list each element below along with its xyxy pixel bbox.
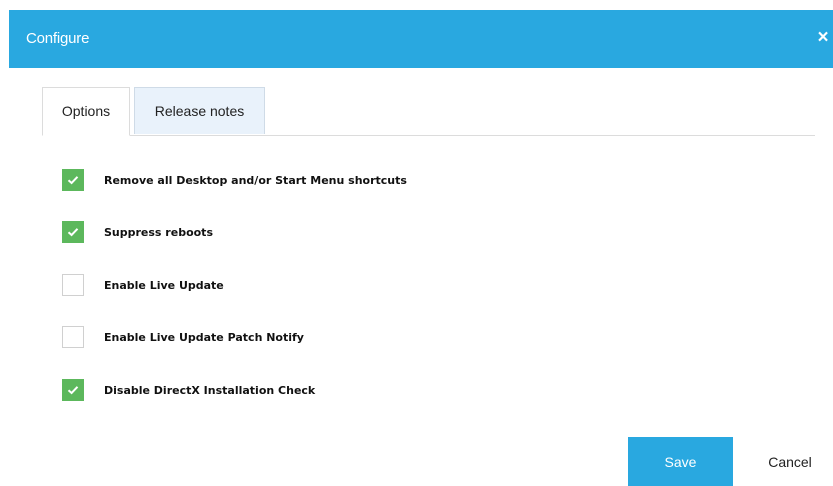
checkbox-unchecked[interactable]	[62, 326, 84, 348]
option-label: Suppress reboots	[104, 225, 213, 239]
option-disable-directx-check[interactable]: Disable DirectX Installation Check	[62, 379, 315, 401]
checkbox-unchecked[interactable]	[62, 274, 84, 296]
close-icon[interactable]: ×	[815, 26, 831, 50]
option-suppress-reboots[interactable]: Suppress reboots	[62, 221, 213, 243]
option-remove-shortcuts[interactable]: Remove all Desktop and/or Start Menu sho…	[62, 169, 407, 191]
tab-bar: Options Release notes	[42, 87, 815, 136]
cancel-button[interactable]: Cancel	[752, 437, 828, 486]
option-label: Enable Live Update	[104, 278, 224, 292]
checkbox-checked[interactable]	[62, 169, 84, 191]
option-live-update-patch-notify[interactable]: Enable Live Update Patch Notify	[62, 326, 304, 348]
option-enable-live-update[interactable]: Enable Live Update	[62, 274, 224, 296]
configure-dialog: Configure × Options Release notes Remove…	[0, 0, 833, 486]
check-icon	[67, 386, 79, 395]
check-icon	[67, 228, 79, 237]
dialog-header: Configure ×	[9, 10, 833, 68]
option-label: Enable Live Update Patch Notify	[104, 330, 304, 344]
tab-options[interactable]: Options	[42, 87, 130, 136]
check-icon	[67, 176, 79, 185]
checkbox-checked[interactable]	[62, 221, 84, 243]
checkbox-checked[interactable]	[62, 379, 84, 401]
tab-release-notes[interactable]: Release notes	[134, 87, 265, 134]
option-label: Disable DirectX Installation Check	[104, 383, 316, 397]
save-button[interactable]: Save	[628, 437, 733, 486]
option-label: Remove all Desktop and/or Start Menu sho…	[104, 173, 407, 187]
dialog-title: Configure	[26, 30, 90, 47]
